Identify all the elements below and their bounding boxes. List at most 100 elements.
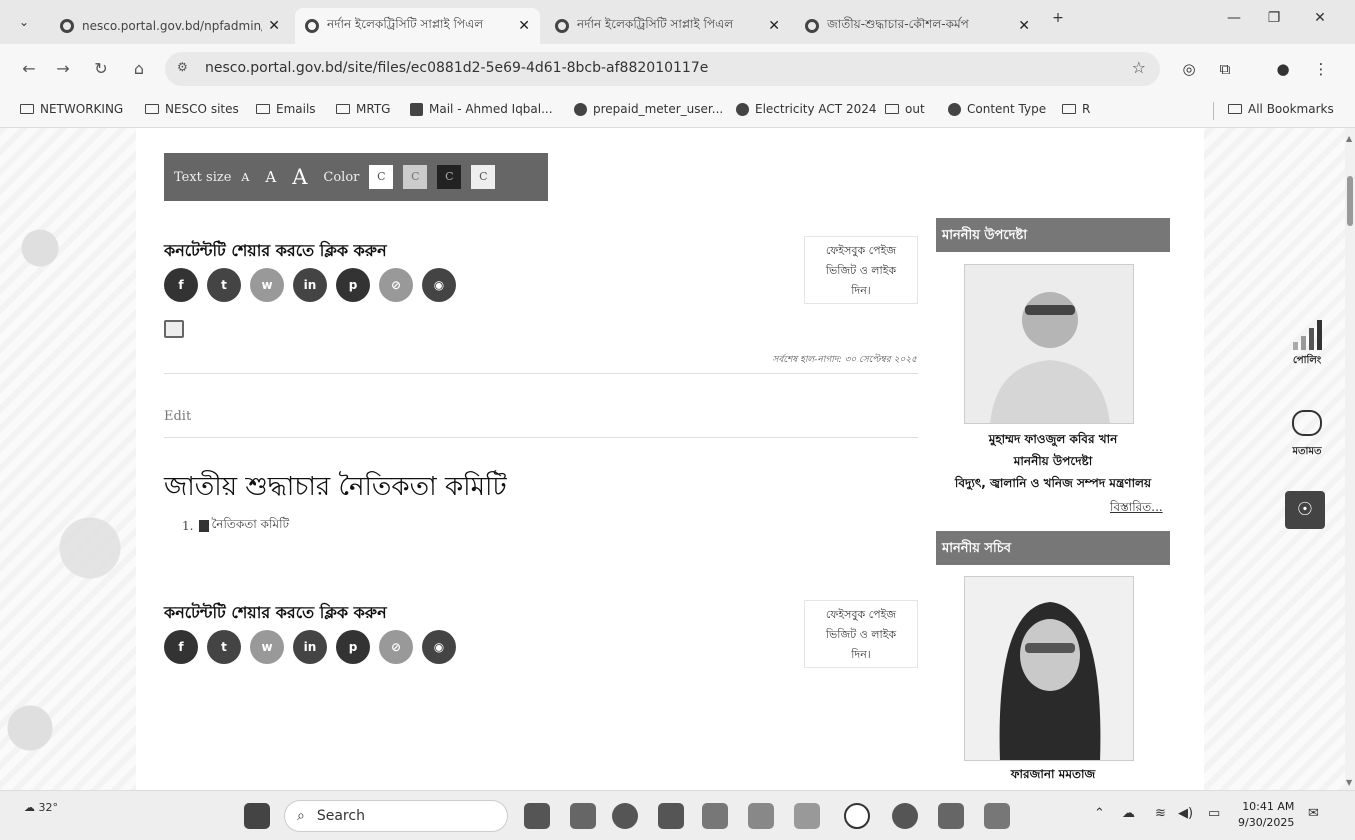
volume-icon[interactable]: ◀)	[1178, 806, 1193, 821]
messenger-icon[interactable]: ◉	[422, 268, 456, 302]
chevron-up-icon[interactable]: ⌃	[1094, 806, 1105, 821]
bookmark-content-type[interactable]: Content Type	[948, 102, 1046, 116]
app-icon[interactable]	[748, 803, 774, 829]
forward-icon[interactable]: →	[52, 58, 74, 80]
bookmarks-divider	[1213, 102, 1214, 120]
navigation-bar: ← → ↻ ⌂ ⚙ nesco.portal.gov.bd/site/files…	[0, 44, 1355, 94]
wifi-icon[interactable]: ≋	[1155, 806, 1166, 821]
bookmark-electricity-act[interactable]: Electricity ACT 2024	[736, 102, 876, 116]
color-grey-button[interactable]: C	[403, 165, 428, 189]
tab-search-button[interactable]: ⌄	[14, 12, 34, 32]
restore-button[interactable]: ❐	[1262, 10, 1286, 26]
facebook-page-box[interactable]: ফেইসবুক পেইজ ভিজিট ও লাইক দিন।	[804, 600, 918, 668]
globe-icon	[60, 19, 74, 33]
print-icon[interactable]	[164, 320, 184, 338]
copy-link-icon[interactable]: ⊘	[379, 630, 413, 664]
menu-kebab-icon[interactable]: ⋮	[1310, 58, 1332, 80]
text-size-large-button[interactable]: A	[292, 165, 307, 189]
color-light-button[interactable]: C	[471, 165, 496, 189]
page-scrollbar[interactable]: ▲ ▼	[1345, 128, 1355, 790]
whatsapp-icon[interactable]: w	[250, 268, 284, 302]
back-icon[interactable]: ←	[18, 58, 40, 80]
globe-icon	[736, 102, 749, 116]
whatsapp-icon[interactable]	[844, 803, 870, 829]
app-icon[interactable]	[984, 803, 1010, 829]
color-dark-button[interactable]: C	[437, 165, 462, 189]
tab-1[interactable]: nesco.portal.gov.bd/npfadmin/ ✕	[50, 8, 290, 44]
taskbar-search[interactable]: ⌕ Search	[284, 800, 508, 832]
linkedin-icon[interactable]: in	[293, 630, 327, 664]
windows-start-icon[interactable]	[244, 803, 270, 829]
bookmark-r[interactable]: R	[1062, 102, 1090, 116]
reload-icon[interactable]: ↻	[90, 58, 112, 80]
new-tab-button[interactable]: +	[1046, 10, 1070, 26]
file-explorer-icon[interactable]	[570, 803, 596, 829]
scroll-thumb[interactable]	[1347, 176, 1353, 226]
bookmark-networking[interactable]: NETWORKING	[20, 102, 123, 116]
address-bar[interactable]: ⚙ nesco.portal.gov.bd/site/files/ec0881d…	[165, 52, 1160, 86]
linkedin-icon[interactable]: in	[293, 268, 327, 302]
task-view-icon[interactable]	[524, 803, 550, 829]
last-updated-text: সর্বশেষ হাল-নাগাদ: ৩০ সেপ্টেম্বর ২০২৫	[772, 355, 917, 365]
messenger-icon[interactable]: ◉	[422, 630, 456, 664]
cloud-icon[interactable]: ☁	[1122, 806, 1135, 821]
bookmark-prepaid[interactable]: prepaid_meter_user...	[574, 102, 723, 116]
twitter-icon[interactable]: t	[207, 268, 241, 302]
pinterest-icon[interactable]: p	[336, 268, 370, 302]
tab-label: জাতীয়-শুদ্ধাচার-কৌশল-কর্মপ	[827, 17, 969, 31]
tab-2-active[interactable]: নর্দান ইলেকট্রিসিটি সাপ্লাই পিএল ✕	[295, 8, 540, 44]
close-tab-icon[interactable]: ✕	[268, 18, 280, 34]
text-size-medium-button[interactable]: A	[265, 168, 276, 186]
word-icon[interactable]	[938, 803, 964, 829]
close-tab-icon[interactable]: ✕	[768, 18, 780, 34]
weather-widget[interactable]: ☁ 32°	[24, 801, 58, 814]
bookmark-all-bookmarks[interactable]: All Bookmarks	[1228, 102, 1334, 116]
url-text[interactable]: nesco.portal.gov.bd/site/files/ec0881d2-…	[205, 60, 708, 76]
minimize-button[interactable]: —	[1222, 10, 1246, 26]
opinion-widget[interactable]: মতামত	[1282, 410, 1332, 461]
accessibility-icon[interactable]: ☉	[1285, 491, 1325, 529]
chrome-icon[interactable]	[612, 803, 638, 829]
facebook-icon[interactable]: f	[164, 268, 198, 302]
app-icon[interactable]	[794, 803, 820, 829]
text-size-small-button[interactable]: A	[241, 171, 249, 184]
taskbar-clock[interactable]: 10:41 AM 9/30/2025	[1238, 799, 1294, 831]
facebook-page-box[interactable]: ফেইসবুক পেইজ ভিজিট ও লাইক দিন।	[804, 236, 918, 304]
profile-avatar[interactable]: ●	[1272, 58, 1294, 80]
tab-4[interactable]: জাতীয়-শুদ্ধাচার-কৌশল-কর্মপ ✕	[795, 8, 1040, 44]
bookmark-nesco-sites[interactable]: NESCO sites	[145, 102, 239, 116]
color-white-button[interactable]: C	[369, 165, 394, 189]
poll-label: পোলিং	[1292, 355, 1322, 366]
bookmark-out[interactable]: out	[885, 102, 925, 116]
poll-widget[interactable]: পোলিং	[1282, 318, 1332, 370]
browser-icon[interactable]	[892, 803, 918, 829]
close-tab-icon[interactable]: ✕	[518, 18, 530, 34]
whatsapp-icon[interactable]: w	[250, 630, 284, 664]
site-info-icon[interactable]: ⚙	[177, 60, 188, 74]
scroll-up-icon[interactable]: ▲	[1346, 134, 1352, 143]
details-link[interactable]: বিস্তারিত...	[1110, 499, 1163, 519]
bookmark-mail[interactable]: Mail - Ahmed Iqbal...	[410, 102, 553, 116]
copy-link-icon[interactable]: ⊘	[379, 268, 413, 302]
extension-icon[interactable]: ◎	[1178, 58, 1200, 80]
document-link[interactable]: নৈতিকতা কমিটি	[211, 516, 289, 536]
edit-link[interactable]: Edit	[164, 409, 191, 424]
twitter-icon[interactable]: t	[207, 630, 241, 664]
bookmark-mrtg[interactable]: MRTG	[336, 102, 390, 116]
folder-icon	[885, 104, 899, 114]
app-icon[interactable]	[702, 803, 728, 829]
close-tab-icon[interactable]: ✕	[1018, 18, 1030, 34]
extensions-puzzle-icon[interactable]: ⧉	[1214, 58, 1236, 80]
close-window-button[interactable]: ✕	[1308, 10, 1332, 26]
bookmark-star-icon[interactable]: ☆	[1132, 58, 1146, 77]
notification-icon[interactable]: ✉	[1308, 806, 1319, 821]
scroll-down-icon[interactable]: ▼	[1346, 778, 1352, 787]
home-icon[interactable]: ⌂	[128, 58, 150, 80]
pinterest-icon[interactable]: p	[336, 630, 370, 664]
battery-icon[interactable]: ▭	[1208, 806, 1220, 821]
tab-3[interactable]: নর্দান ইলেকট্রিসিটি সাপ্লাই পিএল ✕	[545, 8, 790, 44]
bookmark-emails[interactable]: Emails	[256, 102, 316, 116]
facebook-icon[interactable]: f	[164, 630, 198, 664]
app-icon[interactable]	[658, 803, 684, 829]
divider	[164, 373, 918, 374]
